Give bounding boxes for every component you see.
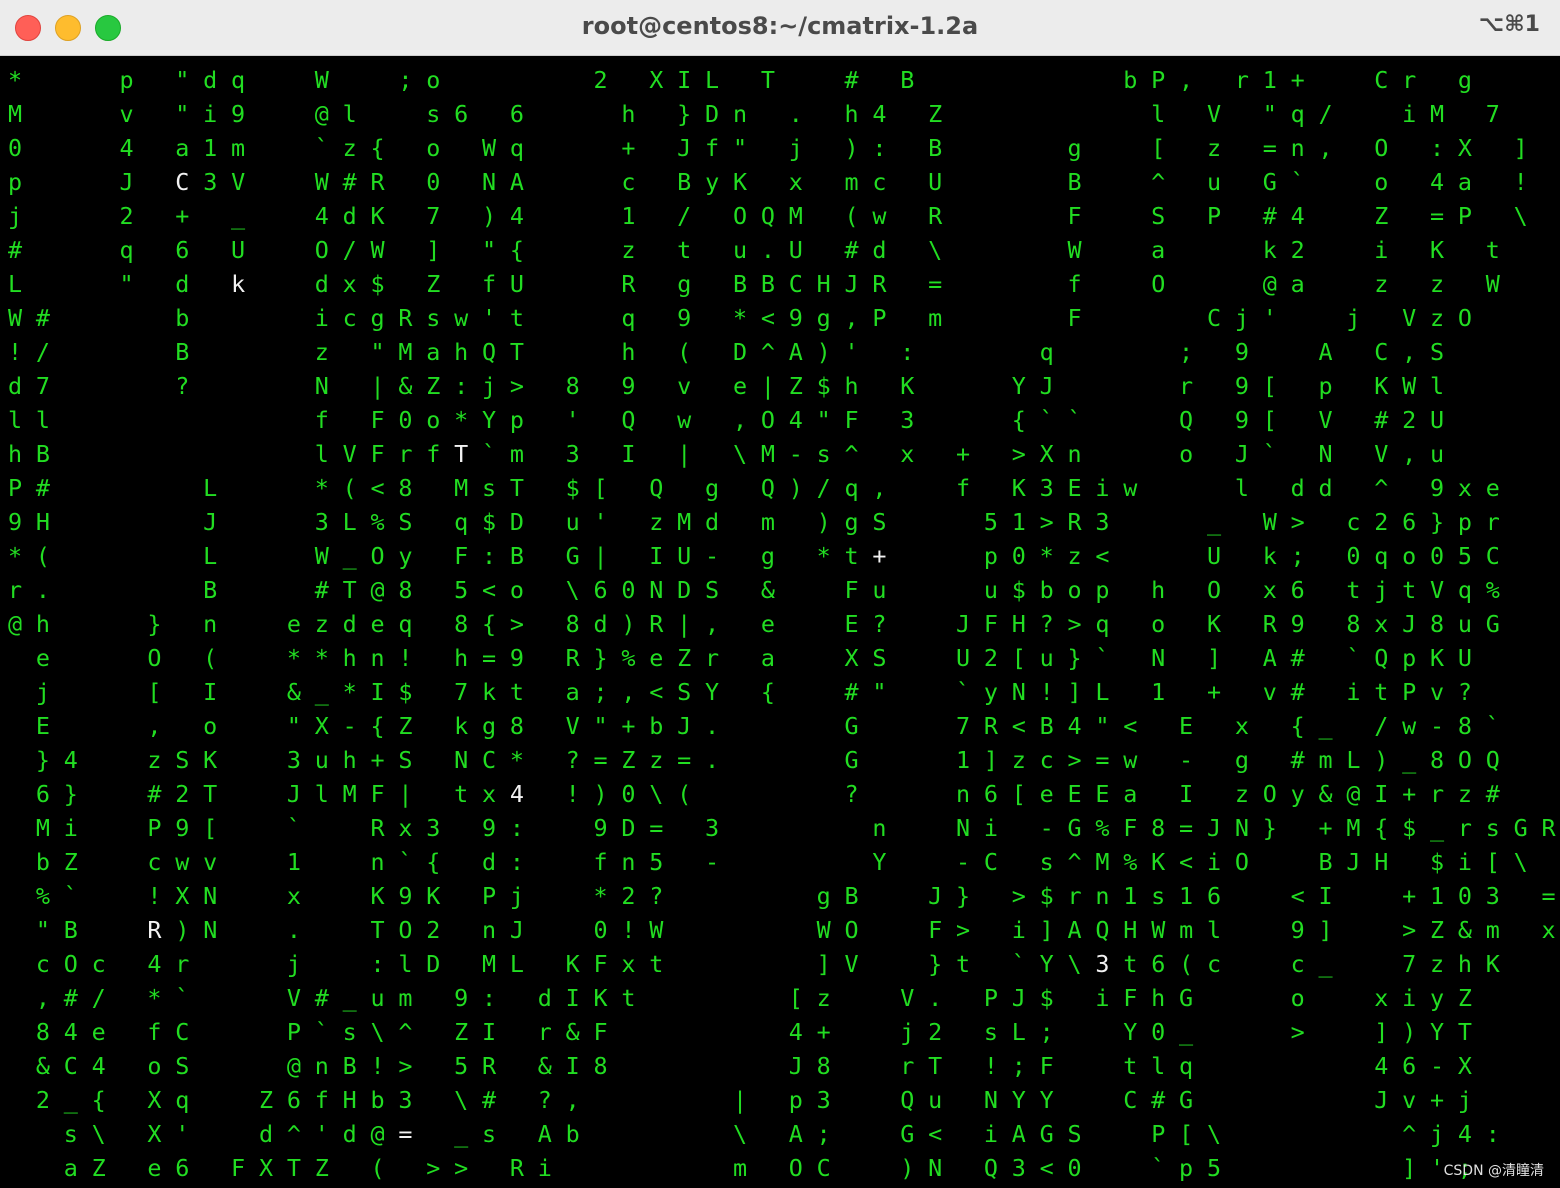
terminal-line: %` !XN x K9K Pj *2? gB J} >$rn1s16 <I +1… (8, 882, 1560, 910)
terminal-line: 6} #2T JlMF| tx4 !)0\( ? n6[eEEa I zOy&@… (8, 780, 1514, 808)
terminal-line: }4 zSK 3uh+S NC* ?=Zz=. G 1]zc>=w - g #m… (8, 746, 1514, 774)
window-shortcut: ⌥⌘1 (1478, 12, 1540, 37)
terminal-line: *( L W_Oy F:B G| IU- g *t+ p0*z< U k; 0q… (8, 542, 1514, 570)
terminal-line: r. B #T@8 5<o \60NDS & Fu u$bop h O x6 t… (8, 576, 1514, 604)
terminal-line: s\ X' d^'d@= _s Ab \ A; G< iAGS P[\ ^j4: (8, 1120, 1514, 1148)
terminal-line: &C4 oS @nB!> 5R &I8 J8 rT !;F tlq 46-X (8, 1052, 1486, 1080)
terminal-line: "B R)N . TO2 nJ 0!W WO F> i]AQHWml 9] >Z… (8, 916, 1560, 944)
terminal-line: ll f F0o*Yp ' Q w ,O4"F 3 {`` Q 9[ V #2U (8, 406, 1458, 434)
terminal-window: root@centos8:~/cmatrix-1.2a ⌥⌘1 * p "dq … (0, 0, 1560, 1188)
terminal-line: 2_{ Xq Z6fHb3 \# ?, | p3 Qu NYY C#G Jv+j (8, 1086, 1486, 1114)
terminal-line: d7 ? N |&Z:j> 8 9 v e|Z$h K YJ r 9[ p KW… (8, 372, 1458, 400)
terminal-line: e O ( **hn! h=9 R}%eZr a XS U2[u}` N ] A… (8, 644, 1486, 672)
terminal-line: @h } n ezdeq 8{> 8d)R|, e E? JFH?>q o K … (8, 610, 1514, 638)
terminal-line: 9H J 3L%S q$D u' zMd m )gS 51>R3 _ W> c2… (8, 508, 1514, 536)
terminal-line: Mi P9[ ` Rx3 9: 9D= 3 n Ni -G%F8=JN} +M{… (8, 814, 1560, 842)
terminal-line: * p "dq W ;o 2 XIL T # B bP, r1+ Cr g (8, 66, 1486, 94)
window-title: root@centos8:~/cmatrix-1.2a (581, 12, 979, 40)
terminal-line: E , o "X-{Z kg8 V"+bJ. G 7R<B4"< E x {_ … (8, 712, 1514, 740)
terminal-line: j [ I &_*I$ 7kt a;,<SY { #" `yN!]L 1 + v… (8, 678, 1486, 706)
terminal-content[interactable]: * p "dq W ;o 2 XIL T # B bP, r1+ Cr g M v… (0, 57, 1560, 1188)
terminal-line: L " d k dx$ Z fU R g BBCHJR = f O @a z z… (8, 270, 1514, 298)
terminal-line: W# b icgRsw't q 9 *<9g,P m F Cj' j VzO (8, 304, 1486, 332)
terminal-line: !/ B z "MahQT h ( D^A)' : q ; 9 A C,S (8, 338, 1458, 366)
terminal-line: cOc 4r j :lD ML KFxt ]V }t `Y\3t6(c c_ 7… (8, 950, 1514, 978)
terminal-line: M v "i9 @l s6 6 h }Dn . h4 Z l V "q/ iM … (8, 100, 1514, 128)
terminal-line: 0 4 a1m `z{ o Wq + Jf" j ): B g [ z =n, … (8, 134, 1542, 162)
terminal-line: aZ e6 FXTZ ( >> Ri m OC )N Q3<0 `p5 ]'; (8, 1154, 1486, 1182)
terminal-line: P# L *(<8 MsT $[ Q g Q)/q, f K3Eiw l dd … (8, 474, 1514, 502)
terminal-line: p J C3V W#R 0 NA c ByK x mc U B ^ u G` o… (8, 168, 1542, 196)
watermark: CSDN @清瞳清 (1443, 1163, 1544, 1179)
terminal-line: 84e fC P`s\^ ZI r&F 4+ j2 sL; Y0_ > ])YT (8, 1018, 1486, 1046)
terminal-line: # q 6 U O/W ] "{ z t u.U #d \ W a k2 i K… (8, 236, 1514, 264)
terminal-line: ,#/ *` V#_um 9: dIKt [z V. PJ$ iFhG o xi… (8, 984, 1486, 1012)
terminal-line: hB lVFrfT`m 3 I | \M-s^ x + >Xn o J` N V… (8, 440, 1458, 468)
terminal-line: bZ cwv 1 n`{ d: fn5 - Y -C s^M%K<iO BJH … (8, 848, 1560, 876)
title-bar[interactable]: root@centos8:~/cmatrix-1.2a ⌥⌘1 (0, 0, 1560, 56)
terminal-line: j 2 + _ 4dK 7 )4 1 / OQM (w R F S P #4 Z… (8, 202, 1542, 230)
